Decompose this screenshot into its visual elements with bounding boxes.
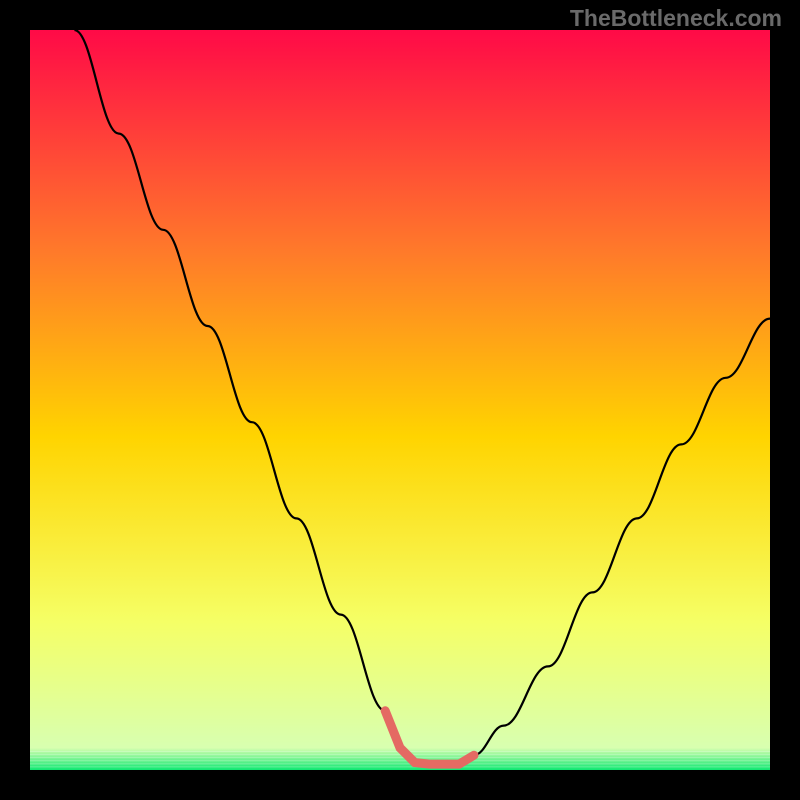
plot-area — [30, 30, 770, 770]
bottleneck-curve — [74, 30, 770, 766]
red-marker — [385, 711, 474, 764]
chart-container: TheBottleneck.com — [0, 0, 800, 800]
watermark-text: TheBottleneck.com — [570, 5, 782, 32]
chart-overlay — [30, 30, 770, 770]
